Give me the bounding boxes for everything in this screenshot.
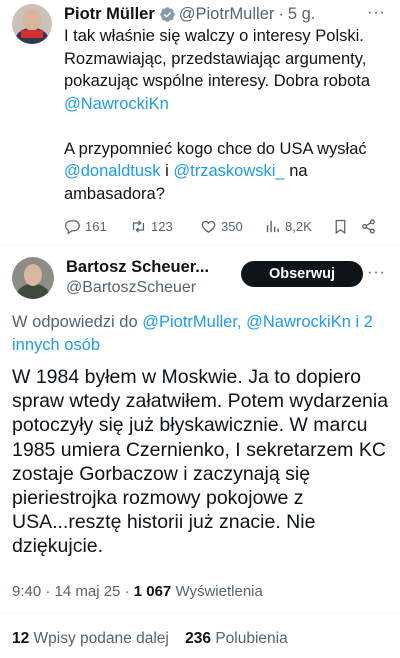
- like-icon: [201, 220, 216, 233]
- reposts-label: Wpisy podane dalej: [29, 630, 169, 647]
- reply-icon: [64, 219, 80, 234]
- views-count: 1 067: [133, 583, 172, 600]
- reply-button[interactable]: 161: [64, 218, 130, 235]
- verified-badge-icon: [160, 6, 175, 22]
- divider: [0, 612, 400, 613]
- views-label: Wyświetlenia: [171, 583, 263, 600]
- tweet-text: I tak właśnie się walczy o interesy Pols…: [64, 25, 394, 205]
- views-icon: [266, 220, 279, 232]
- likes-stat[interactable]: 236 Polubienia: [185, 630, 288, 647]
- author-name[interactable]: Bartosz Scheuer...: [66, 258, 209, 277]
- likes-label: Polubienia: [211, 630, 288, 647]
- bookmark-icon: [335, 219, 346, 234]
- tweet-header: Piotr Müller @PiotrMuller · 5 g.: [64, 3, 315, 25]
- replying-to: W odpowiedzi do @PiotrMuller, @NawrockiK…: [12, 311, 390, 356]
- tweet-actions: 161 123 350 8,2K: [64, 215, 384, 237]
- reposts-count: 12: [12, 630, 30, 647]
- engagement-stats: 12 Wpisy podane dalej 236 Polubienia: [12, 630, 288, 648]
- tweet-meta: 9:40 · 14 maj 25 · 1 067 Wyświetlenia: [12, 583, 263, 600]
- share-button[interactable]: [360, 218, 384, 235]
- repost-button[interactable]: 123: [130, 218, 200, 235]
- tweet-timestamp[interactable]: 9:40 · 14 maj 25 ·: [12, 583, 134, 600]
- separator: ·: [278, 4, 284, 23]
- views-button[interactable]: 8,2K: [264, 218, 332, 235]
- repost-count: 123: [151, 218, 173, 234]
- like-button[interactable]: 350: [200, 218, 264, 235]
- avatar[interactable]: [12, 257, 54, 299]
- share-icon: [362, 218, 375, 234]
- tweet-text-part: I tak właśnie się walczy o interesy Pols…: [64, 27, 371, 90]
- parent-tweet[interactable]: Piotr Müller @PiotrMuller · 5 g. ··· I t…: [0, 0, 400, 244]
- tweet-text-part: A przypomnieć kogo chce do USA wysłać: [64, 139, 367, 158]
- mention-link[interactable]: @trzaskowski_: [173, 162, 284, 180]
- reply-text: W 1984 byłem w Moskwie. Ja to dopiero sp…: [12, 366, 389, 558]
- tweet-time[interactable]: 5 g.: [288, 5, 316, 24]
- mention-link[interactable]: @donaldtusk: [64, 162, 161, 180]
- mention-link[interactable]: @NawrockiKn: [64, 95, 169, 113]
- bookmark-button[interactable]: [332, 218, 360, 235]
- views-count: 8,2K: [285, 218, 312, 234]
- author-handle[interactable]: @PiotrMuller: [179, 5, 275, 24]
- tweet-text-part: i: [160, 162, 174, 180]
- more-icon[interactable]: ···: [367, 4, 386, 22]
- like-count: 350: [221, 218, 243, 234]
- author-handle[interactable]: @BartoszScheuer: [66, 279, 196, 297]
- divider: [0, 244, 400, 245]
- replying-prefix: W odpowiedzi do: [12, 313, 143, 331]
- repost-icon: [132, 219, 145, 233]
- more-icon[interactable]: ···: [367, 264, 386, 282]
- reposts-stat[interactable]: 12 Wpisy podane dalej: [12, 630, 169, 647]
- avatar[interactable]: [12, 4, 52, 44]
- author-name[interactable]: Piotr Müller: [64, 5, 155, 24]
- reply-count: 161: [85, 218, 107, 234]
- likes-count: 236: [185, 630, 212, 647]
- follow-button[interactable]: Obserwuj: [241, 261, 363, 287]
